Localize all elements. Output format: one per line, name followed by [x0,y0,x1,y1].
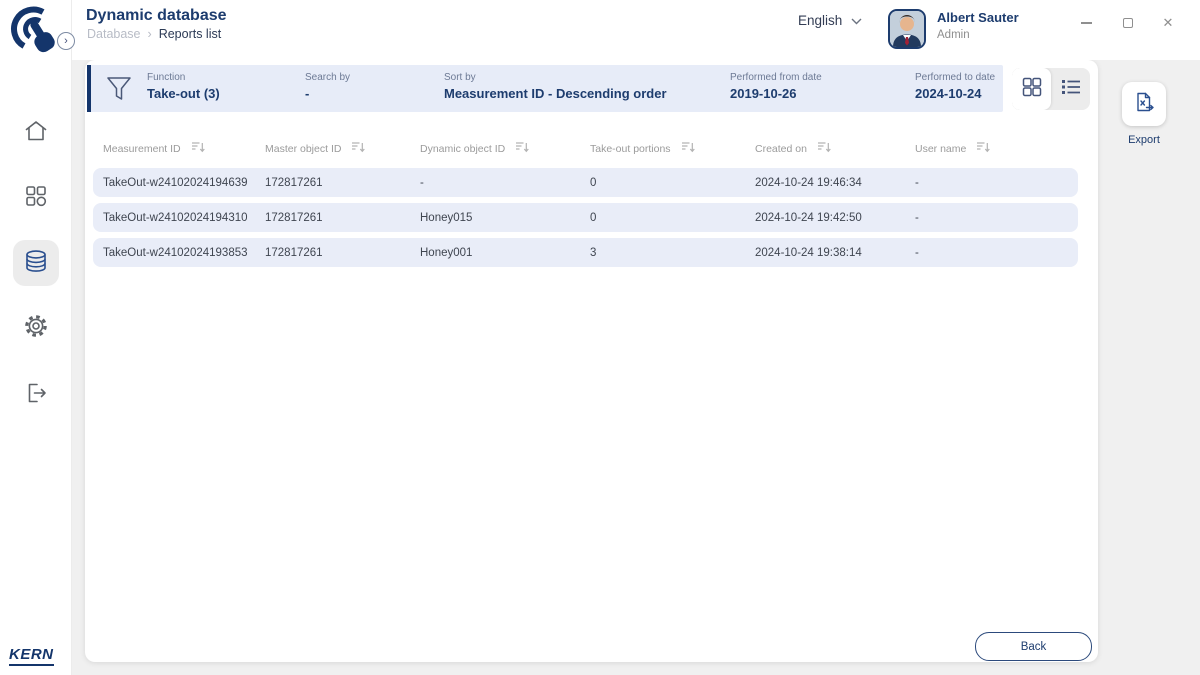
cell-dynamic-object-id: Honey001 [420,247,590,259]
table-row[interactable]: TakeOut-w24102024194639 172817261 - 0 20… [93,168,1078,197]
cell-takeout-portions: 0 [590,177,755,189]
home-icon [23,118,49,149]
column-header: Take-out portions [590,143,671,155]
filter-to-date[interactable]: Performed to date 2024-10-24 [915,72,995,101]
column-header: Measurement ID [103,143,181,155]
filter-to-date-value: 2024-10-24 [915,86,995,101]
table-row[interactable]: TakeOut-w24102024193853 172817261 Honey0… [93,238,1078,267]
minimize-button[interactable] [1076,13,1096,33]
excel-export-icon [1132,90,1156,119]
column-header: Dynamic object ID [420,143,505,155]
sidebar-item-functions[interactable] [13,175,59,221]
cell-takeout-portions: 3 [590,247,755,259]
sidebar: KERN [0,0,72,675]
apps-grid-icon [24,184,48,213]
sidebar-item-home[interactable] [13,110,59,156]
filter-to-date-label: Performed to date [915,72,995,83]
sort-filter-icon[interactable] [351,141,365,156]
close-button[interactable]: ✕ [1158,13,1178,33]
cell-measurement-id: TakeOut-w24102024194639 [103,177,265,189]
sort-filter-icon[interactable] [681,141,695,156]
view-toggle [1012,68,1090,110]
filter-search-by[interactable]: Search by - [305,72,350,101]
minimize-icon [1081,22,1092,24]
chevron-down-icon [851,13,862,28]
cell-created-on: 2024-10-24 19:42:50 [755,212,915,224]
back-button[interactable]: Back [975,632,1092,661]
cell-user-name: - [915,212,1078,224]
cell-created-on: 2024-10-24 19:46:34 [755,177,915,189]
top-header: Dynamic database Database › Reports list E… [0,0,1200,60]
filter-search-by-label: Search by [305,72,350,83]
list-view-button[interactable] [1051,68,1090,110]
table-row[interactable]: TakeOut-w24102024194310 172817261 Honey0… [93,203,1078,232]
cell-master-object-id: 172817261 [265,212,420,224]
table-header: Measurement ID Master object ID Dynamic … [93,141,1078,156]
breadcrumb: Database › Reports list [87,27,221,41]
filter-sort-by-value: Measurement ID - Descending order [444,86,667,101]
sidebar-expand-button[interactable]: › [57,32,75,50]
cell-takeout-portions: 0 [590,212,755,224]
export-label: Export [1120,134,1168,146]
filter-from-date[interactable]: Performed from date 2019-10-26 [730,72,822,101]
main-panel: Function Take-out (3) Search by - Sort b… [85,60,1098,662]
cell-created-on: 2024-10-24 19:38:14 [755,247,915,259]
filter-sort-by-label: Sort by [444,72,667,83]
filter-function-value: Take-out (3) [147,86,220,101]
filter-from-date-label: Performed from date [730,72,822,83]
cell-user-name: - [915,247,1078,259]
language-label: English [798,13,842,28]
filter-funnel-icon [104,74,134,109]
app-logo-icon [10,5,60,64]
user-role: Admin [937,29,970,41]
filter-from-date-value: 2019-10-26 [730,86,822,101]
filter-sort-by[interactable]: Sort by Measurement ID - Descending orde… [444,72,667,101]
filter-search-by-value: - [305,86,350,101]
sort-filter-icon[interactable] [191,141,205,156]
table-body: TakeOut-w24102024194639 172817261 - 0 20… [93,168,1078,273]
app-window: Dynamic database Database › Reports list E… [0,0,1200,675]
database-icon [23,248,49,279]
maximize-icon [1123,18,1133,28]
page-title: Dynamic database [86,7,227,25]
sidebar-item-logout[interactable] [13,372,59,418]
list-view-icon [1060,77,1082,102]
sort-filter-icon[interactable] [976,141,990,156]
column-header: User name [915,143,966,155]
sidebar-item-settings[interactable] [13,305,59,351]
maximize-button[interactable] [1118,13,1138,33]
cell-measurement-id: TakeOut-w24102024194310 [103,212,265,224]
filter-function[interactable]: Function Take-out (3) [147,72,220,101]
cell-master-object-id: 172817261 [265,177,420,189]
avatar[interactable] [888,9,926,49]
logout-icon [24,381,48,410]
gear-icon [23,313,49,344]
cell-user-name: - [915,177,1078,189]
breadcrumb-parent[interactable]: Database [87,27,141,41]
cell-dynamic-object-id: - [420,177,590,189]
kern-logo: KERN [9,646,54,666]
grid-view-button[interactable] [1012,68,1051,110]
breadcrumb-separator-icon: › [148,27,152,41]
export-control: Export [1120,82,1168,146]
sort-filter-icon[interactable] [817,141,831,156]
sort-filter-icon[interactable] [515,141,529,156]
filter-function-label: Function [147,72,220,83]
sidebar-item-database[interactable] [13,240,59,286]
cell-dynamic-object-id: Honey015 [420,212,590,224]
column-header: Created on [755,143,807,155]
grid-view-icon [1021,76,1043,103]
filter-summary-bar: Function Take-out (3) Search by - Sort b… [87,65,1003,112]
cell-measurement-id: TakeOut-w24102024193853 [103,247,265,259]
cell-master-object-id: 172817261 [265,247,420,259]
export-button[interactable] [1122,82,1166,126]
language-selector[interactable]: English [798,13,862,28]
user-name: Albert Sauter [937,10,1019,25]
breadcrumb-current: Reports list [159,27,222,41]
column-header: Master object ID [265,143,341,155]
